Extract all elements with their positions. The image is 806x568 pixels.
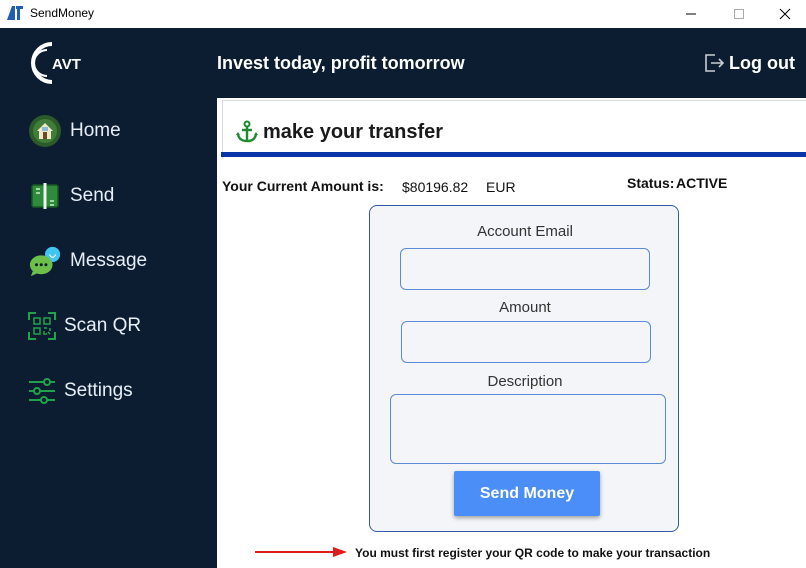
window-title: SendMoney xyxy=(30,6,95,20)
status-value: ACTIVE xyxy=(676,175,728,191)
maximize-button[interactable] xyxy=(716,0,762,28)
avt-logo: AVT xyxy=(31,42,81,84)
email-field-label: Account Email xyxy=(477,223,573,240)
logo-text: AVT xyxy=(52,56,81,73)
qr-registration-notice: You must first register your QR code to … xyxy=(355,546,711,560)
current-amount-label: Your Current Amount is: xyxy=(222,178,384,194)
send-money-button[interactable]: Send Money xyxy=(454,471,600,516)
minimize-button[interactable] xyxy=(668,0,714,28)
sidebar: AVT Home Send Message Scan QR Settings xyxy=(0,28,217,568)
amount-field-label: Amount xyxy=(499,299,551,316)
tagline: Invest today, profit tomorrow xyxy=(217,53,465,73)
top-header: Invest today, profit tomorrow Log out xyxy=(217,28,806,98)
main-content: make your transfer Your Current Amount i… xyxy=(217,98,806,568)
email-field[interactable] xyxy=(400,248,650,290)
logout-icon xyxy=(705,54,725,72)
maximize-icon xyxy=(734,9,744,19)
page-title: make your transfer xyxy=(263,121,444,143)
sidebar-item-settings[interactable]: Settings xyxy=(28,371,133,411)
sidebar-item-label: Message xyxy=(70,250,148,271)
status-label: Status: xyxy=(627,175,675,191)
sidebar-item-label: Home xyxy=(70,120,121,141)
header-divider xyxy=(221,152,806,157)
window-titlebar: SendMoney xyxy=(0,0,806,28)
sidebar-item-label: Settings xyxy=(64,380,133,401)
sidebar-item-label: Send xyxy=(70,185,115,206)
sidebar-item-home[interactable]: Home xyxy=(28,111,121,151)
minimize-icon xyxy=(686,13,696,15)
qr-scan-icon xyxy=(28,309,56,343)
logout-label: Log out xyxy=(729,52,795,73)
sidebar-item-message[interactable]: Message xyxy=(28,241,147,281)
description-field-label: Description xyxy=(487,373,563,390)
current-amount-value: $80196.82 xyxy=(402,179,469,195)
logout-button[interactable]: Log out xyxy=(703,52,795,74)
home-icon xyxy=(28,114,62,148)
send-icon xyxy=(28,179,62,213)
description-field[interactable] xyxy=(390,394,666,464)
sidebar-item-scan-qr[interactable]: Scan QR xyxy=(28,306,141,346)
arrow-right-icon xyxy=(255,547,347,557)
close-icon xyxy=(779,8,791,20)
anchor-icon xyxy=(236,120,258,143)
sidebar-item-send[interactable]: Send xyxy=(28,176,114,216)
avt-app-icon xyxy=(7,6,23,20)
close-button[interactable] xyxy=(762,0,806,28)
currency-label: EUR xyxy=(486,179,516,195)
amount-field[interactable] xyxy=(401,321,651,363)
sidebar-item-label: Scan QR xyxy=(64,315,142,336)
message-icon xyxy=(28,244,62,278)
settings-icon xyxy=(28,374,56,408)
page-header: make your transfer xyxy=(222,100,806,158)
transfer-form: Account Email Amount Description Send Mo… xyxy=(369,205,679,532)
